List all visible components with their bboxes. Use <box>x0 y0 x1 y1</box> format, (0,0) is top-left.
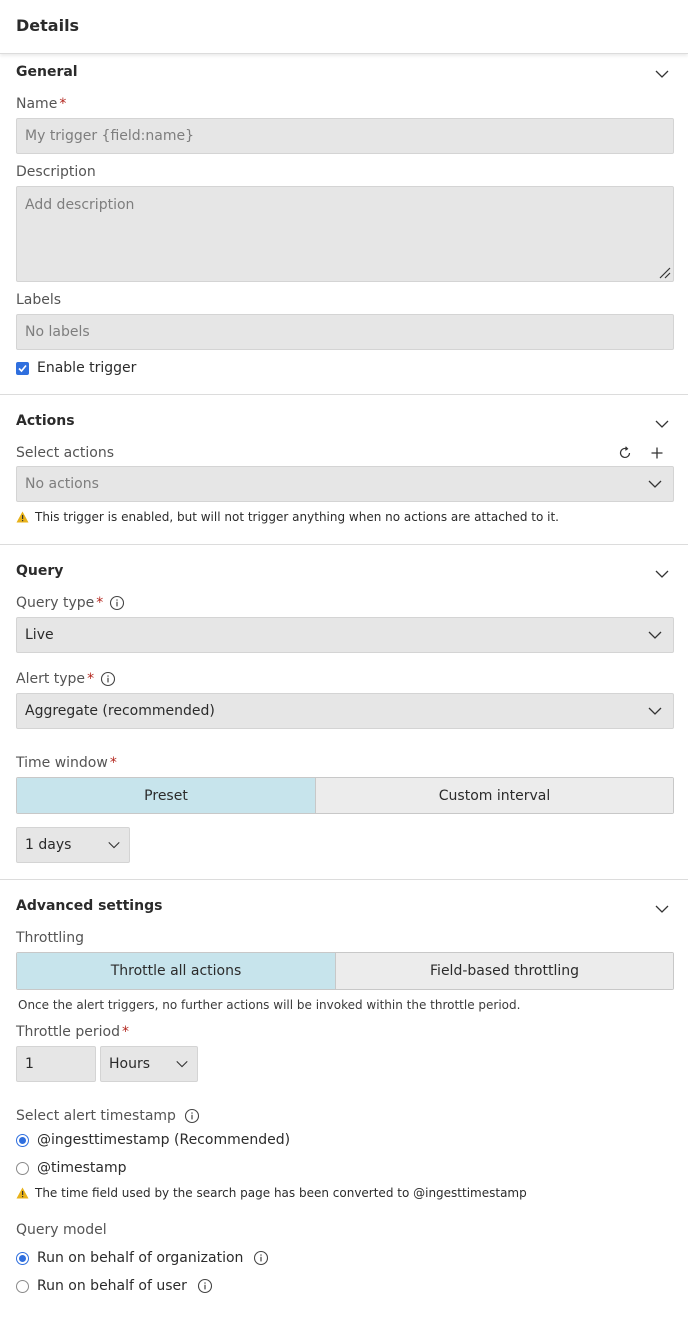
timestamp-warning-text: The time field used by the search page h… <box>35 1186 527 1200</box>
radio-ingesttimestamp-label: @ingesttimestamp (Recommended) <box>37 1132 291 1148</box>
radio-organization-label: Run on behalf of organization <box>37 1250 244 1266</box>
field-based-throttling[interactable]: Field-based throttling <box>335 953 673 989</box>
info-icon[interactable] <box>109 595 125 611</box>
query-type-value: Live <box>25 627 54 643</box>
info-icon[interactable] <box>100 671 116 687</box>
radio-selected-icon <box>16 1251 29 1265</box>
labels-input[interactable]: No labels <box>16 314 674 350</box>
radio-selected-icon <box>16 1133 29 1147</box>
warning-icon <box>16 511 29 523</box>
time-window-custom-interval[interactable]: Custom interval <box>315 778 673 813</box>
chevron-down-icon[interactable] <box>654 416 670 432</box>
chevron-down-icon[interactable] <box>654 66 670 82</box>
time-window-preset[interactable]: Preset <box>17 778 315 813</box>
throttle-all-actions[interactable]: Throttle all actions <box>17 953 335 989</box>
description-textarea[interactable]: Add description <box>16 186 674 282</box>
checkbox-checked-icon <box>16 361 29 375</box>
chevron-down-icon <box>108 841 120 849</box>
chevron-down-icon <box>648 631 662 639</box>
chevron-down-icon[interactable] <box>654 566 670 582</box>
time-window-label: Time window * <box>16 755 117 771</box>
section-title-advanced-settings: Advanced settings <box>16 898 163 914</box>
time-window-value: 1 days <box>25 837 72 853</box>
throttling-toggle: Throttle all actions Field-based throttl… <box>16 952 674 990</box>
section-title-actions: Actions <box>16 413 75 429</box>
details-header: Details <box>0 0 688 54</box>
select-actions-dropdown[interactable]: No actions <box>16 466 674 502</box>
actions-warning: This trigger is enabled, but will not tr… <box>16 510 559 524</box>
labels-label: Labels <box>16 292 62 308</box>
query-type-select[interactable]: Live <box>16 617 674 653</box>
alert-type-value: Aggregate (recommended) <box>25 703 215 719</box>
select-actions-placeholder: No actions <box>25 476 99 492</box>
description-placeholder: Add description <box>25 197 135 213</box>
alert-type-select[interactable]: Aggregate (recommended) <box>16 693 674 729</box>
warning-icon <box>16 1187 29 1199</box>
section-divider <box>0 394 688 395</box>
chevron-down-icon <box>648 707 662 715</box>
alert-type-label: Alert type * <box>16 671 116 687</box>
enable-trigger-label: Enable trigger <box>37 360 137 376</box>
radio-ingesttimestamp[interactable]: @ingesttimestamp (Recommended) <box>16 1132 290 1148</box>
throttling-label: Throttling <box>16 930 84 946</box>
chevron-down-icon[interactable] <box>654 901 670 917</box>
section-divider <box>0 544 688 545</box>
section-divider <box>0 879 688 880</box>
resize-handle-icon[interactable] <box>657 265 671 279</box>
refresh-icon[interactable] <box>618 446 632 460</box>
enable-trigger-checkbox[interactable]: Enable trigger <box>16 360 136 376</box>
chevron-down-icon <box>176 1060 188 1068</box>
radio-timestamp-label: @timestamp <box>37 1160 127 1176</box>
info-icon[interactable] <box>197 1278 213 1294</box>
radio-run-on-behalf-of-organization[interactable]: Run on behalf of organization <box>16 1250 269 1266</box>
select-actions-label: Select actions <box>16 445 115 461</box>
throttle-period-unit-value: Hours <box>109 1056 151 1072</box>
add-icon[interactable] <box>650 446 664 460</box>
page-title: Details <box>16 16 80 35</box>
query-type-label: Query type * <box>16 595 125 611</box>
info-icon[interactable] <box>253 1250 269 1266</box>
alert-timestamp-label: Select alert timestamp <box>16 1108 200 1124</box>
section-title-general: General <box>16 64 78 80</box>
radio-user-label: Run on behalf of user <box>37 1278 187 1294</box>
section-title-query: Query <box>16 563 64 579</box>
time-window-toggle: Preset Custom interval <box>16 777 674 814</box>
time-window-preset-select[interactable]: 1 days <box>16 827 130 863</box>
chevron-down-icon <box>648 480 662 488</box>
info-icon[interactable] <box>184 1108 200 1124</box>
radio-run-on-behalf-of-user[interactable]: Run on behalf of user <box>16 1278 213 1294</box>
throttle-period-unit-select[interactable]: Hours <box>100 1046 198 1082</box>
actions-warning-text: This trigger is enabled, but will not tr… <box>35 510 559 524</box>
throttling-hint: Once the alert triggers, no further acti… <box>18 998 521 1012</box>
radio-unselected-icon <box>16 1279 29 1293</box>
timestamp-warning: The time field used by the search page h… <box>16 1186 527 1200</box>
throttle-period-input[interactable]: 1 <box>16 1046 96 1082</box>
throttle-period-label: Throttle period * <box>16 1024 129 1040</box>
radio-unselected-icon <box>16 1161 29 1175</box>
description-label: Description <box>16 164 96 180</box>
radio-timestamp[interactable]: @timestamp <box>16 1160 127 1176</box>
name-label: Name * <box>16 96 67 112</box>
name-input[interactable]: My trigger {field:name} <box>16 118 674 154</box>
query-model-label: Query model <box>16 1222 107 1238</box>
